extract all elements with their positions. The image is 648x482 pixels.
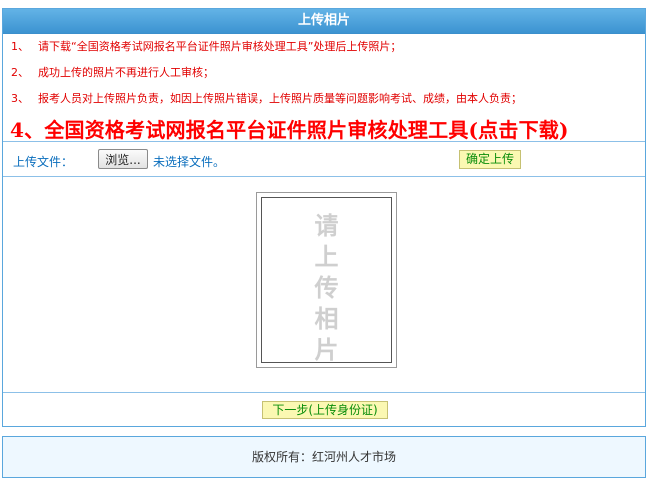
download-tool-link[interactable]: 4、全国资格考试网报名平台证件照片审核处理工具(点击下载) — [10, 116, 645, 144]
note-number: 2、 — [11, 66, 29, 79]
next-step-row: 下一步(上传身份证) — [3, 392, 645, 427]
photo-placeholder: 请 上 传 相 片 — [261, 197, 392, 364]
photo-preview-area: 请 上 传 相 片 — [3, 177, 645, 393]
upload-file-label: 上传文件： — [13, 155, 74, 169]
upload-row: 上传文件： 浏览... 未选择文件。 确定上传 — [3, 141, 645, 177]
notes-section: 1、 请下载“全国资格考试网报名平台证件照片审核处理工具”处理后上传照片； 2、成… — [3, 34, 645, 144]
page-footer: 版权所有：红河州人才市场 — [2, 436, 646, 478]
note-text: 请下载“全国资格考试网报名平台证件照片审核处理工具”处理后上传照片； — [38, 40, 402, 53]
confirm-upload-button[interactable]: 确定上传 — [459, 150, 521, 169]
note-1: 1、 请下载“全国资格考试网报名平台证件照片审核处理工具”处理后上传照片； — [11, 40, 645, 66]
placeholder-char: 传 — [314, 274, 339, 302]
note-2: 2、 成功上传的照片不再进行人工审核； — [11, 66, 645, 92]
note-3: 3、 报考人员对上传照片负责，如因上传照片错误，上传照片质量等问题影响考试、成绩，… — [11, 92, 645, 118]
note-number: 1、 — [11, 40, 29, 53]
no-file-selected-text: 未选择文件。 — [153, 155, 226, 169]
photo-frame: 请 上 传 相 片 — [256, 192, 397, 368]
note-text: 报考人员对上传照片负责，如因上传照片错误，上传照片质量等问题影响考试、成绩，由本… — [38, 92, 522, 105]
placeholder-char: 上 — [314, 243, 339, 271]
next-step-button[interactable]: 下一步(上传身份证) — [262, 401, 388, 419]
placeholder-char: 片 — [314, 336, 339, 364]
note-number: 3、 — [11, 92, 29, 105]
browse-button[interactable]: 浏览... — [98, 149, 148, 169]
note-text: 成功上传的照片不再进行人工审核； — [38, 66, 214, 79]
panel-header: 上传相片 — [3, 9, 645, 34]
copyright-text: 版权所有：红河州人才市场 — [251, 450, 396, 464]
placeholder-char: 相 — [314, 305, 339, 333]
placeholder-char: 请 — [314, 212, 339, 240]
upload-photo-panel: 上传相片 1、 请下载“全国资格考试网报名平台证件照片审核处理工具”处理后上传照片… — [2, 8, 646, 427]
